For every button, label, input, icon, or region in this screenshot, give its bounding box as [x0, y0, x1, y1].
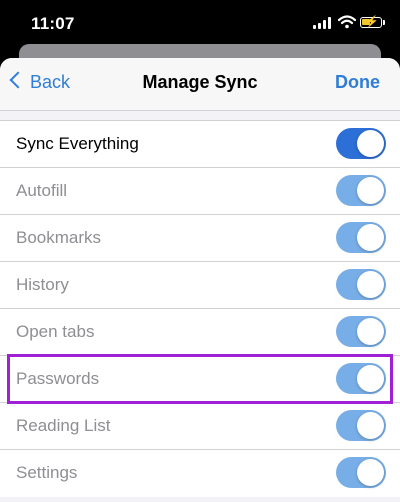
sync-row-bookmarks: Bookmarks	[0, 215, 400, 262]
navigation-bar: Back Manage Sync Done	[0, 58, 400, 111]
sync-row-autofill: Autofill	[0, 168, 400, 215]
toggle-knob	[357, 224, 384, 251]
sync-row-sync-everything: Sync Everything	[0, 121, 400, 168]
sync-row-label: Autofill	[16, 181, 68, 200]
sync-row-label: History	[16, 275, 69, 294]
sync-row-passwords: Passwords	[0, 356, 400, 403]
done-button[interactable]: Done	[335, 72, 380, 93]
sync-row-history: History	[0, 262, 400, 309]
history-toggle[interactable]	[336, 269, 386, 300]
sync-row-label: Open tabs	[16, 322, 95, 341]
sync-row-open-tabs: Open tabs	[0, 309, 400, 356]
toggle-knob	[357, 130, 384, 157]
toggle-knob	[357, 318, 384, 345]
sync-row-label: Sync Everything	[16, 134, 139, 153]
settings-toggle[interactable]	[336, 457, 386, 488]
reading-list-toggle[interactable]	[336, 410, 386, 441]
open-tabs-toggle[interactable]	[336, 316, 386, 347]
bookmarks-toggle[interactable]	[336, 222, 386, 253]
sync-row-label: Bookmarks	[16, 228, 102, 247]
sync-row-label: Settings	[16, 463, 78, 482]
toggle-knob	[357, 365, 384, 392]
sync-row-settings: Settings	[0, 450, 400, 497]
wifi-icon	[338, 15, 356, 29]
battery-icon: ⚡	[360, 16, 382, 28]
toggle-knob	[357, 271, 384, 298]
battery-tip	[383, 20, 385, 25]
sync-row-label: Passwords	[16, 369, 100, 388]
toggle-knob	[357, 177, 384, 204]
toggle-knob	[357, 459, 384, 486]
sync-row-reading-list: Reading List	[0, 403, 400, 450]
status-bar: 11:07 ⚡	[0, 0, 400, 46]
autofill-toggle[interactable]	[336, 175, 386, 206]
passwords-toggle[interactable]	[336, 363, 386, 394]
sync-everything-toggle[interactable]	[336, 128, 386, 159]
sync-row-label: Reading List	[16, 416, 111, 435]
sync-list: Sync Everything Autofill Bookmarks Histo…	[0, 120, 400, 497]
status-time: 11:07	[31, 14, 75, 33]
manage-sync-sheet: Back Manage Sync Done Sync Everything Au…	[0, 58, 400, 502]
toggle-knob	[357, 412, 384, 439]
signal-icon	[313, 17, 333, 29]
